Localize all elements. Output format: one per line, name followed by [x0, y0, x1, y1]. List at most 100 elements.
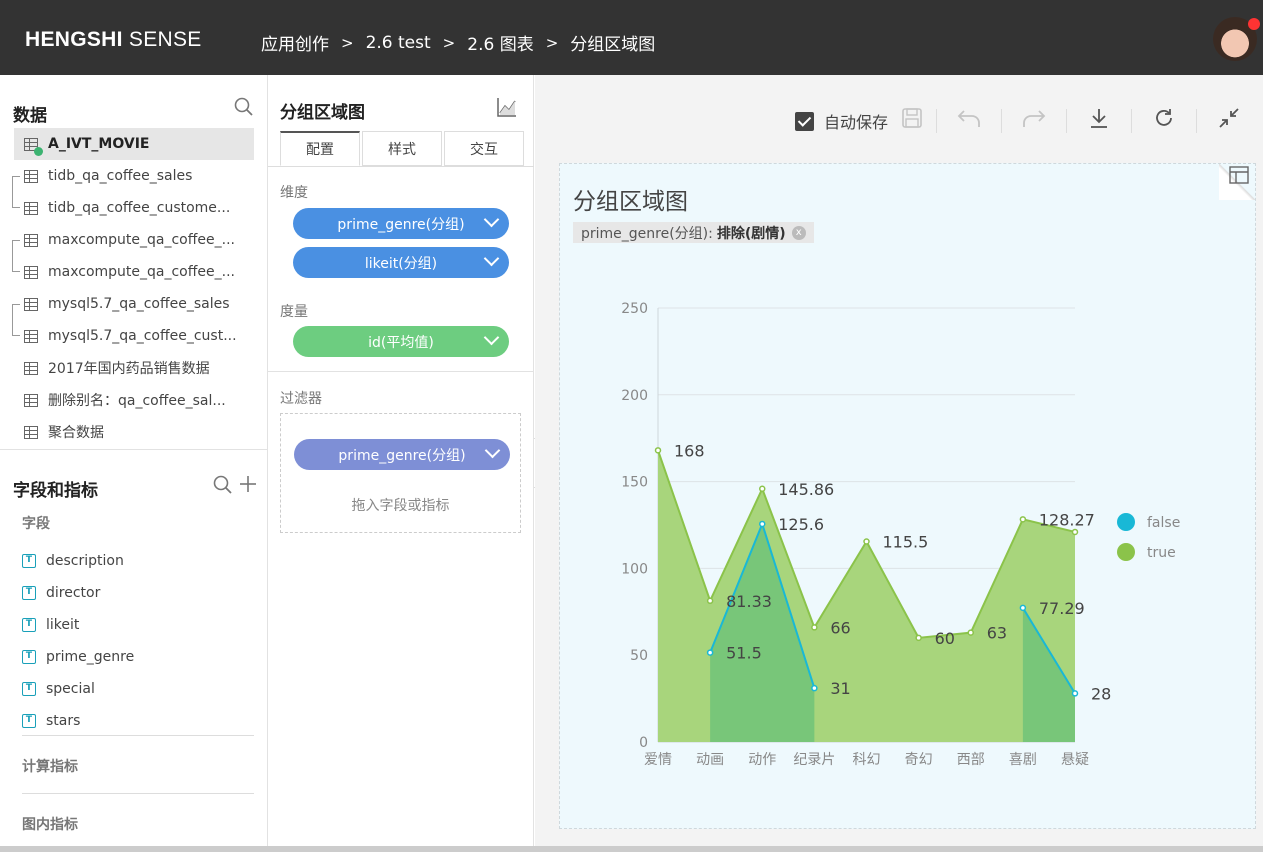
- data-point-false: [1019, 604, 1027, 612]
- filter-dropzone[interactable]: prime_genre(分组) 拖入字段或指标: [280, 413, 521, 533]
- field-item[interactable]: Tdirector: [22, 577, 254, 609]
- data-label: 63: [987, 624, 1007, 643]
- filter-label: 过滤器: [280, 391, 322, 407]
- x-tick-label: 动画: [696, 752, 724, 768]
- text-type-icon: T: [22, 682, 36, 696]
- tab-interaction[interactable]: 交互: [444, 131, 524, 166]
- dataset-item[interactable]: maxcompute_qa_coffee_...: [14, 224, 254, 256]
- data-label: 60: [935, 629, 955, 648]
- dataset-item[interactable]: maxcompute_qa_coffee_...: [14, 256, 254, 288]
- data-label: 31: [830, 679, 850, 698]
- chevron-down-icon[interactable]: [483, 211, 500, 228]
- toolbar: 自动保存: [795, 107, 1261, 135]
- table-icon: [24, 137, 43, 156]
- data-point-true: [967, 629, 974, 636]
- refresh-icon[interactable]: [1132, 107, 1196, 135]
- horizontal-scrollbar[interactable]: [0, 846, 1263, 852]
- data-label: 128.27: [1039, 510, 1095, 529]
- data-label: 81.33: [726, 592, 772, 611]
- top-bar: HENGSHI SENSE 应用创作 > 2.6 test > 2.6 图表 >…: [0, 0, 1263, 75]
- chevron-down-icon[interactable]: [483, 250, 500, 267]
- user-avatar[interactable]: [1213, 17, 1260, 61]
- table-icon: [24, 361, 38, 375]
- data-panel: 数据 A_IVT_MOVIE tidb_qa_coffee_sales tidb…: [0, 75, 268, 852]
- y-tick-label: 250: [621, 301, 648, 317]
- data-label: 125.6: [778, 515, 824, 534]
- dataset-item[interactable]: A_IVT_MOVIE: [14, 128, 254, 160]
- autosave-label: 自动保存: [824, 113, 889, 132]
- collapse-icon[interactable]: [1197, 107, 1261, 135]
- divider: [268, 371, 534, 372]
- fields-title: 字段和指标: [13, 481, 98, 501]
- table-icon: [24, 297, 38, 311]
- dimension-pill[interactable]: likeit(分组): [293, 247, 509, 278]
- breadcrumb-item-charts[interactable]: 2.6 图表: [467, 30, 533, 55]
- dataset-item[interactable]: mysql5.7_qa_coffee_sales: [14, 288, 254, 320]
- y-tick-label: 200: [621, 388, 648, 404]
- tab-style[interactable]: 样式: [362, 131, 442, 166]
- data-point-false: [706, 649, 714, 656]
- chart-type-icon[interactable]: [496, 96, 518, 123]
- chevron-down-icon[interactable]: [484, 442, 501, 459]
- text-type-icon: T: [22, 714, 36, 728]
- field-item[interactable]: Tstars: [22, 705, 254, 737]
- data-point-true: [706, 597, 714, 605]
- chart-workspace: 自动保存 分组区域图 prime_genre(分组): 排除(剧情) x 0 5…: [535, 75, 1263, 852]
- dimension-pill[interactable]: prime_genre(分组): [293, 208, 509, 239]
- filter-pill[interactable]: prime_genre(分组): [294, 439, 510, 470]
- data-label: 66: [830, 618, 850, 637]
- table-icon: [24, 169, 38, 183]
- search-icon[interactable]: [213, 475, 233, 500]
- data-point-false: [811, 684, 818, 692]
- measure-pill[interactable]: id(平均值): [293, 326, 509, 357]
- chevron-down-icon[interactable]: [483, 329, 500, 346]
- data-label: 77.29: [1039, 599, 1085, 618]
- dataset-item[interactable]: tidb_qa_coffee_sales: [14, 160, 254, 192]
- x-tick-label: 纪录片: [793, 752, 835, 768]
- autosave-checkbox[interactable]: [795, 111, 814, 131]
- y-tick-label: 0: [639, 735, 648, 751]
- dataset-item[interactable]: 聚合数据: [14, 416, 254, 448]
- field-item[interactable]: Tdescription: [22, 545, 254, 577]
- chart-canvas[interactable]: 分组区域图 prime_genre(分组): 排除(剧情) x 0 50 100 15…: [559, 163, 1256, 829]
- data-label: 51.5: [726, 644, 762, 663]
- measure-label: 度量: [280, 304, 308, 320]
- chart-type-title: 分组区域图: [280, 103, 365, 123]
- dataset-item[interactable]: mysql5.7_qa_coffee_cust...: [14, 320, 254, 352]
- drop-hint: 拖入字段或指标: [351, 498, 450, 514]
- breadcrumb-item-test[interactable]: 2.6 test: [366, 33, 431, 53]
- tab-config[interactable]: 配置: [280, 131, 360, 166]
- field-list: Tdescription Tdirector Tlikeit Tprime_ge…: [22, 545, 254, 737]
- undo-icon[interactable]: [937, 107, 1001, 135]
- redo-icon[interactable]: [1002, 107, 1066, 135]
- data-label: 145.86: [778, 480, 834, 499]
- breadcrumb-item-app[interactable]: 应用创作: [261, 30, 329, 55]
- status-ok-icon: [34, 146, 43, 156]
- search-icon[interactable]: [234, 97, 254, 122]
- breadcrumb-separator: >: [341, 33, 354, 52]
- data-point-true: [1019, 516, 1027, 523]
- field-item[interactable]: Tlikeit: [22, 609, 254, 641]
- dataset-item[interactable]: 2017年国内药品销售数据: [14, 352, 254, 384]
- field-item[interactable]: Tspecial: [22, 673, 254, 705]
- app-logo[interactable]: HENGSHI SENSE: [25, 28, 202, 52]
- download-icon[interactable]: [1067, 107, 1131, 135]
- dataset-item[interactable]: tidb_qa_coffee_custome...: [14, 192, 254, 224]
- calc-metrics-title[interactable]: 计算指标: [22, 756, 78, 776]
- y-tick-label: 100: [621, 561, 648, 577]
- add-icon[interactable]: [238, 474, 258, 499]
- config-tabs: 配置 样式 交互: [280, 131, 526, 166]
- save-icon[interactable]: [888, 107, 936, 135]
- dataset-item[interactable]: 删除别名：qa_coffee_sal...: [14, 384, 254, 416]
- data-point-true: [759, 485, 766, 493]
- x-tick-label: 喜剧: [1009, 752, 1037, 768]
- data-label: 168: [674, 441, 705, 460]
- link-bracket: [12, 240, 20, 272]
- data-point-true: [1071, 528, 1079, 536]
- breadcrumb-separator: >: [442, 33, 456, 52]
- x-tick-label: 悬疑: [1061, 752, 1089, 768]
- text-type-icon: T: [22, 650, 36, 664]
- link-bracket: [12, 304, 20, 336]
- field-item[interactable]: Tprime_genre: [22, 641, 254, 673]
- inner-metrics-title[interactable]: 图内指标: [22, 814, 78, 834]
